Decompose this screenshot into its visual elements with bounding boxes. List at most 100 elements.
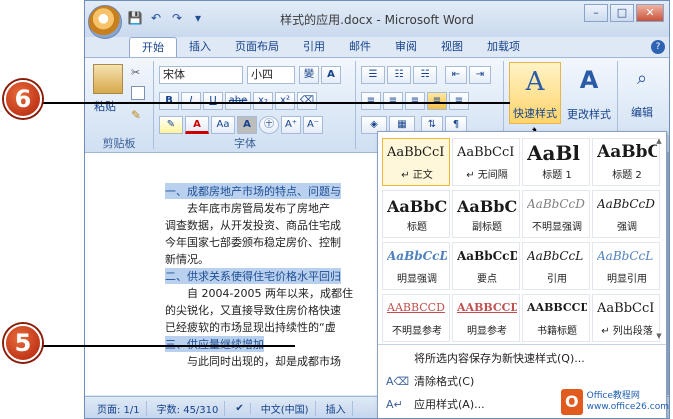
style-no-spacing[interactable]: AaBbCcI ↵ 无间隔 (452, 138, 520, 186)
font-name-select[interactable]: 宋体 (159, 66, 243, 84)
callout-6: 6 (4, 80, 42, 118)
tab-view[interactable]: 视图 (429, 37, 475, 57)
phonetic-guide-button[interactable]: 變 (299, 66, 319, 84)
multilevel-list-button[interactable]: ☵ (413, 66, 437, 84)
justify-button[interactable]: ≡ (427, 92, 447, 110)
style-name: ↵ 正文 (401, 170, 433, 181)
style-strong[interactable]: AaBbCcD 要点 (452, 242, 520, 290)
style-book-title[interactable]: AABBCCD 书籍标题 (522, 294, 590, 342)
copy-icon[interactable] (131, 86, 145, 100)
tab-insert[interactable]: 插入 (177, 37, 223, 57)
quick-styles-label: 快速样式 (513, 107, 557, 120)
align-right-button[interactable]: ≡ (405, 92, 425, 110)
style-normal[interactable]: AaBbCcI ↵ 正文 (382, 138, 450, 186)
subscript-button[interactable]: x₂ (253, 92, 273, 110)
style-subtle-reference[interactable]: AABBCCD 不明显参考 (382, 294, 450, 342)
grow-font-button[interactable]: A⁺ (281, 116, 301, 134)
character-border-button[interactable]: A (321, 66, 341, 84)
doc-line[interactable]: 与此同时出现的，却是成都市场 (165, 353, 341, 369)
change-case-button[interactable]: Aa (211, 116, 235, 134)
editing-button[interactable]: ⌕ 编辑 (625, 64, 659, 124)
highlight-color-button[interactable]: ✎ (159, 116, 183, 134)
bold-button[interactable]: B (159, 92, 179, 110)
style-name: 不明显强调 (532, 222, 582, 233)
align-center-button[interactable]: ≡ (383, 92, 403, 110)
italic-button[interactable]: I (181, 92, 201, 110)
maximize-button[interactable]: □ (610, 4, 634, 22)
doc-line[interactable]: 二、供求关系使得住宅价格水平回归 (165, 268, 341, 284)
format-painter-icon[interactable]: ✎ (131, 108, 145, 122)
status-words[interactable]: 字数: 45/310 (151, 401, 226, 416)
tab-addins[interactable]: 加载项 (475, 37, 532, 57)
style-name: 明显强调 (397, 274, 437, 285)
bullets-button[interactable]: ☰ (361, 66, 385, 84)
doc-line[interactable]: 已经疲软的市场显现出持续性的“虚 (165, 319, 336, 335)
status-language[interactable]: 中文(中国) (255, 401, 316, 416)
close-button[interactable]: ✕ (636, 4, 664, 22)
font-color-button[interactable]: A (185, 116, 209, 134)
tab-page-layout[interactable]: 页面布局 (223, 37, 291, 57)
doc-line[interactable]: 的尖锐化，又直接导致住房价格快速 (165, 302, 341, 318)
scroll-down-icon[interactable]: ▼ (654, 331, 664, 341)
help-icon[interactable]: ? (651, 40, 665, 54)
align-left-button[interactable]: ≡ (361, 92, 381, 110)
style-emphasis[interactable]: AaBbCcD 强调 (592, 190, 660, 238)
font-group-label: 字体 (234, 137, 256, 150)
clear-formatting-icon[interactable]: ⌫ (297, 92, 317, 110)
tab-mailings[interactable]: 邮件 (337, 37, 383, 57)
tab-home[interactable]: 开始 (129, 37, 177, 57)
scroll-up-icon[interactable]: ▲ (654, 136, 664, 146)
style-subtitle[interactable]: AaBbC 副标题 (452, 190, 520, 238)
cut-icon[interactable]: ✂ (131, 66, 145, 80)
style-intense-emphasis[interactable]: AaBbCcD 明显强调 (382, 242, 450, 290)
doc-line[interactable]: 新情况。 (165, 251, 209, 267)
style-list-paragraph[interactable]: AaBbCcI ↵ 列出段落 (592, 294, 660, 342)
style-sample: AaBbCcL (597, 249, 654, 263)
style-intense-reference[interactable]: AABBCCD 明显参考 (452, 294, 520, 342)
strikethrough-button[interactable]: abe (225, 92, 251, 110)
numbering-button[interactable]: ☷ (387, 66, 411, 84)
style-intense-quote[interactable]: AaBbCcL 明显引用 (592, 242, 660, 290)
callout-line-5 (40, 345, 295, 347)
doc-line[interactable]: 一、成都房地产市场的特点、问题与 (165, 183, 341, 199)
gallery-scrollbar[interactable]: ▲ ▼ (654, 136, 664, 341)
change-styles-button[interactable]: A 更改样式 (563, 62, 615, 124)
status-mode[interactable]: 插入 (320, 401, 353, 416)
paste-button[interactable]: 粘贴 (94, 98, 116, 114)
watermark-line2: www.office26.com (586, 402, 669, 412)
style-quote[interactable]: AaBbCcL 引用 (522, 242, 590, 290)
status-proofing-icon[interactable]: ✔ (229, 403, 251, 414)
shrink-font-button[interactable]: A⁻ (303, 116, 323, 134)
menu-separator (378, 344, 666, 345)
callout-5: 5 (4, 324, 42, 362)
distributed-button[interactable]: ≡ (449, 92, 469, 110)
paste-icon[interactable] (93, 64, 123, 94)
doc-line[interactable]: 今年国家七部委颁布稳定房价、控制 (165, 234, 341, 250)
increase-indent-button[interactable]: ⇥ (469, 66, 491, 84)
binoculars-icon: ⌕ (636, 68, 648, 89)
doc-line[interactable]: 去年底市房管局发布了房地产 (165, 200, 330, 216)
doc-line[interactable]: 三、供应量继续增加 (165, 336, 264, 352)
doc-line[interactable]: 调查数据，从开发投资、商品住宅成 (165, 217, 341, 233)
status-page[interactable]: 页面: 1/1 (91, 401, 147, 416)
enclose-characters-button[interactable]: ㊉ (259, 116, 279, 134)
superscript-button[interactable]: x² (275, 92, 295, 110)
style-subtle-emphasis[interactable]: AaBbCcD 不明显强调 (522, 190, 590, 238)
style-title[interactable]: AaBbC 标题 (382, 190, 450, 238)
style-name: 书籍标题 (537, 326, 577, 337)
tab-review[interactable]: 审阅 (383, 37, 429, 57)
document-page[interactable]: 一、成都房地产市场的特点、问题与 去年底市房管局发布了房地产 调查数据，从开发投… (85, 153, 385, 395)
doc-line[interactable]: 自 2004-2005 两年以来，成都住 (165, 285, 353, 301)
quick-styles-button[interactable]: A 快速样式 (509, 62, 561, 124)
quick-styles-gallery: AaBbCcI ↵ 正文 AaBbCcI ↵ 无间隔 AaBl 标题 1 AaBbC 标… (377, 131, 667, 418)
underline-button[interactable]: U (203, 92, 223, 110)
minimize-button[interactable]: – (584, 4, 608, 22)
decrease-indent-button[interactable]: ⇤ (445, 66, 467, 84)
font-size-select[interactable]: 小四 (247, 66, 295, 84)
tab-references[interactable]: 引用 (291, 37, 337, 57)
character-shading-button[interactable]: A (237, 116, 257, 134)
style-heading-2[interactable]: AaBbC 标题 2 (592, 138, 660, 186)
save-as-quick-style-item[interactable]: 将所选内容保存为新快速样式(Q)... (378, 348, 666, 370)
style-heading-1[interactable]: AaBl 标题 1 (522, 138, 590, 186)
menu-item-label: 将所选内容保存为新快速样式(Q)... (414, 352, 585, 365)
